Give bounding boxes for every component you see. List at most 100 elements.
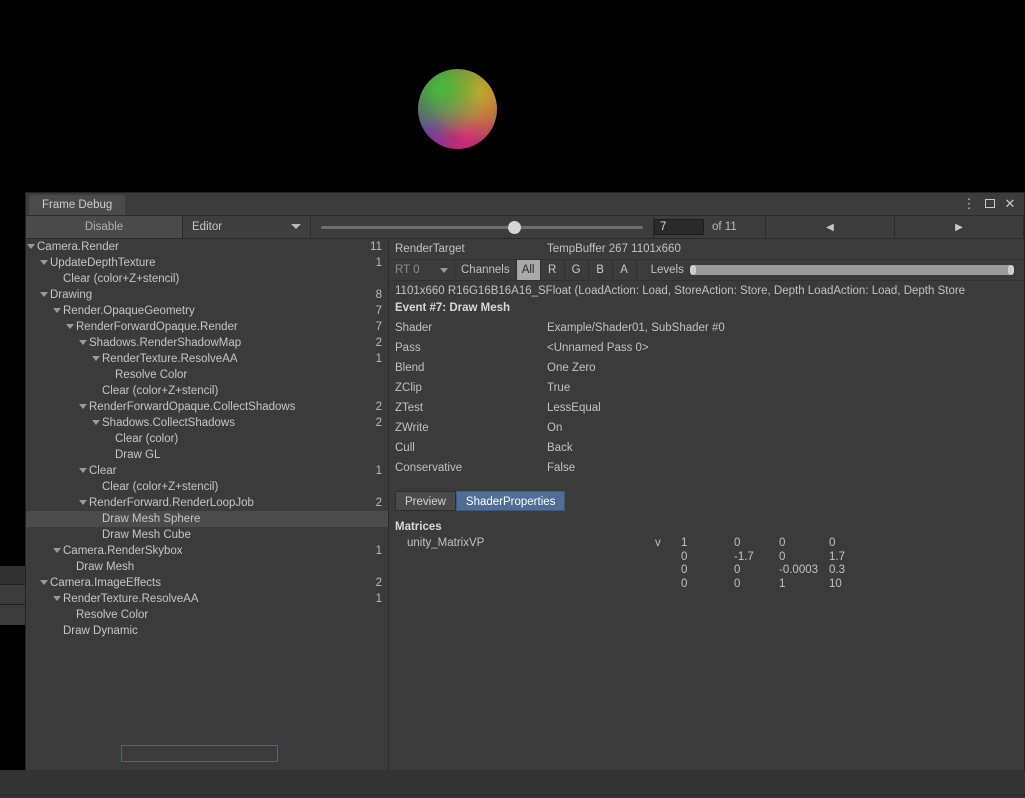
tree-row[interactable]: Clear (color) (26, 431, 388, 447)
tree-row-label: Clear (color+Z+stencil) (63, 273, 180, 285)
tree-row[interactable]: Render.OpaqueGeometry 7 (26, 303, 388, 319)
expand-triangle-icon[interactable] (92, 420, 100, 425)
tree-row[interactable]: Draw Dynamic (26, 623, 388, 639)
matrix-cell: 0.3 (829, 564, 845, 576)
tree-row[interactable]: Camera.RenderSkybox 1 (26, 543, 388, 559)
levels-range-slider[interactable] (689, 265, 1014, 275)
window-body: Camera.Render 11 UpdateDepthTexture 1 Clear … (26, 239, 1024, 770)
tree-row-label: Clear (color+Z+stencil) (102, 481, 219, 493)
tree-row-count: 2 (375, 417, 382, 429)
levels-min-handle[interactable] (689, 265, 696, 275)
matrix-cell: 0 (681, 577, 688, 590)
channel-button-b[interactable]: B (587, 260, 612, 280)
shader-state-row: ZWrite On (389, 418, 1024, 438)
tree-row[interactable]: Clear (color+Z+stencil) (26, 271, 388, 287)
shader-state-value: False (547, 462, 576, 474)
tree-row[interactable]: Clear (color+Z+stencil) (26, 383, 388, 399)
tree-row-label: Render.OpaqueGeometry (63, 305, 195, 317)
event-details-panel: RenderTarget TempBuffer 267 1101x660 RT … (389, 239, 1024, 770)
tree-row[interactable]: Drawing 8 (26, 287, 388, 303)
levels-max-handle[interactable] (1008, 265, 1014, 275)
expand-triangle-icon[interactable] (27, 244, 35, 249)
tree-row[interactable]: UpdateDepthTexture 1 (26, 255, 388, 271)
expand-triangle-icon[interactable] (66, 324, 74, 329)
tree-row[interactable]: Camera.ImageEffects 2 (26, 575, 388, 591)
screen-root: ⋮ 51 Frame Debug ⋮ ✕ Disable Editor 7 of… (0, 0, 1025, 798)
tab-preview[interactable]: Preview (395, 491, 456, 511)
desktop-background-bottom (0, 770, 1025, 798)
event-index-input[interactable]: 7 (654, 219, 704, 235)
tree-row-count: 7 (375, 321, 382, 333)
matrix-flag-label: v (655, 537, 661, 549)
matrix-cell: 1.7 (829, 550, 845, 563)
matrix-unity-matrixvp: unity_MatrixVP v 1 0 0 0 0 -1.7 0 1.7 0 0 -0.0003 0… (389, 535, 1024, 597)
shader-state-key: ZTest (395, 402, 424, 414)
tree-row[interactable]: RenderForwardOpaque.CollectShadows 2 (26, 399, 388, 415)
expand-triangle-icon[interactable] (53, 308, 61, 313)
shader-state-value: Example/Shader01, SubShader #0 (547, 322, 725, 334)
tree-row[interactable]: RenderForwardOpaque.Render 7 (26, 319, 388, 335)
tree-row-count: 2 (375, 577, 382, 589)
tree-row[interactable]: Resolve Color (26, 367, 388, 383)
maximize-icon[interactable] (982, 196, 998, 212)
kebab-menu-icon[interactable]: ⋮ (961, 196, 977, 212)
tree-row[interactable]: Draw GL (26, 447, 388, 463)
tree-row[interactable]: RenderTexture.ResolveAA 1 (26, 351, 388, 367)
next-event-button[interactable]: ▶ (895, 216, 1024, 238)
tree-row[interactable]: Shadows.CollectShadows 2 (26, 415, 388, 431)
expand-triangle-icon[interactable] (53, 548, 61, 553)
tree-row[interactable]: Resolve Color (26, 607, 388, 623)
expand-triangle-icon[interactable] (40, 260, 48, 265)
tree-row-selected[interactable]: Draw Mesh Sphere (26, 511, 388, 527)
target-dropdown[interactable]: Editor (183, 216, 311, 238)
tree-row[interactable]: Clear (color+Z+stencil) (26, 479, 388, 495)
channel-button-g[interactable]: G (563, 260, 588, 280)
expand-triangle-icon[interactable] (53, 596, 61, 601)
shader-state-value: LessEqual (547, 402, 601, 414)
tree-row[interactable]: Draw Mesh (26, 559, 388, 575)
tree-row-label: RenderForward.RenderLoopJob (89, 497, 254, 509)
expand-triangle-icon[interactable] (79, 468, 87, 473)
tree-row-label: RenderTexture.ResolveAA (63, 593, 199, 605)
tree-row-label: UpdateDepthTexture (50, 257, 156, 269)
expand-triangle-icon[interactable] (79, 404, 87, 409)
tree-row[interactable]: Draw Mesh Cube (26, 527, 388, 543)
frame-debug-window: Frame Debug ⋮ ✕ Disable Editor 7 of 11 ◀… (25, 192, 1025, 770)
shader-state-value: <Unnamed Pass 0> (547, 342, 649, 354)
render-target-dropdown[interactable]: RT 0 (389, 260, 455, 280)
matrix-cell: 0 (734, 577, 741, 590)
tab-shader-properties[interactable]: ShaderProperties (455, 491, 566, 511)
matrix-cell: -1.7 (734, 550, 754, 563)
tree-row-label: RenderForwardOpaque.Render (76, 321, 238, 333)
channel-button-a[interactable]: A (611, 260, 636, 280)
expand-triangle-icon[interactable] (40, 580, 48, 585)
tree-row[interactable]: Clear 1 (26, 463, 388, 479)
tree-row[interactable]: Camera.Render 11 (26, 239, 388, 255)
shader-state-key: Pass (395, 342, 421, 354)
tree-row[interactable]: RenderTexture.ResolveAA 1 (26, 591, 388, 607)
disable-button[interactable]: Disable (26, 216, 183, 238)
event-total-label: of 11 (712, 221, 737, 233)
tree-row[interactable]: Shadows.RenderShadowMap 2 (26, 335, 388, 351)
channel-button-r[interactable]: R (539, 260, 564, 280)
event-slider-thumb[interactable] (507, 220, 521, 234)
tree-row-label: RenderForwardOpaque.CollectShadows (89, 401, 296, 413)
target-dropdown-label: Editor (192, 221, 223, 233)
channel-button-all[interactable]: All (515, 260, 540, 280)
previous-event-button[interactable]: ◀ (766, 216, 895, 238)
expand-triangle-icon[interactable] (79, 340, 87, 345)
shader-state-key: Conservative (395, 462, 463, 474)
event-slider[interactable] (311, 216, 654, 238)
shader-state-key: Shader (395, 322, 433, 334)
expand-triangle-icon[interactable] (92, 356, 100, 361)
expand-triangle-icon[interactable] (40, 292, 48, 297)
tree-row-label: Clear (color+Z+stencil) (102, 385, 219, 397)
tree-row-label: Drawing (50, 289, 93, 301)
tree-row[interactable]: RenderForward.RenderLoopJob 2 (26, 495, 388, 511)
game-view (0, 0, 1025, 192)
expand-triangle-icon[interactable] (79, 500, 87, 505)
matrix-cell: 1 (681, 537, 688, 549)
tab-frame-debug[interactable]: Frame Debug (29, 195, 126, 215)
event-tree-panel[interactable]: Camera.Render 11 UpdateDepthTexture 1 Clear … (26, 239, 389, 770)
close-icon[interactable]: ✕ (1002, 196, 1018, 212)
